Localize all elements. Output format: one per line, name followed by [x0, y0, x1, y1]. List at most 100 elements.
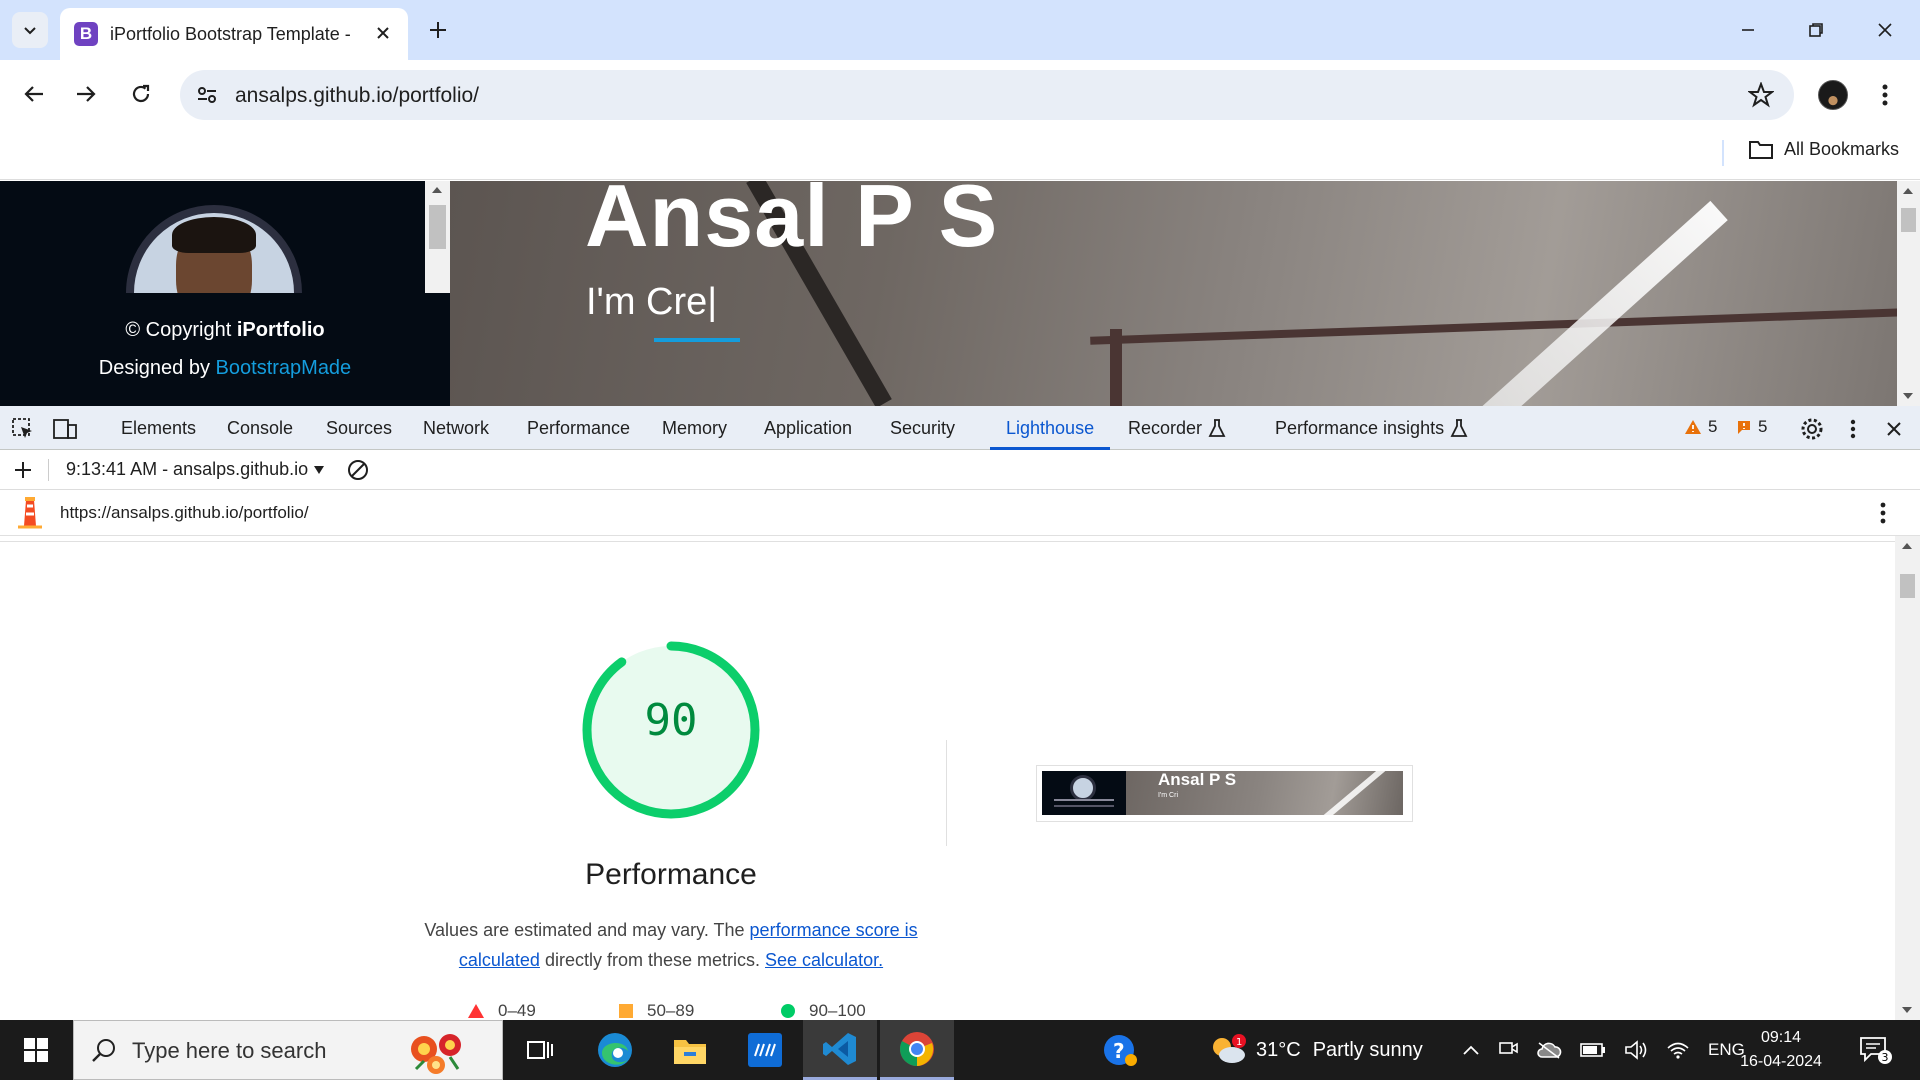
tab-recorder[interactable]: Recorder	[1128, 406, 1226, 450]
tab-lighthouse[interactable]: Lighthouse	[990, 406, 1111, 450]
devtools-settings-icon[interactable]	[1799, 416, 1825, 442]
report-url[interactable]: https://ansalps.github.io/portfolio/	[60, 503, 309, 523]
tab-favicon-icon: B	[74, 22, 98, 46]
svg-text:?: ?	[1113, 1039, 1125, 1063]
tab-search-button[interactable]	[12, 12, 48, 48]
lighthouse-report: 90 Performance Values are estimated and …	[0, 541, 1895, 1020]
back-button[interactable]	[14, 74, 54, 114]
onedrive-offline-icon[interactable]	[1536, 1041, 1562, 1059]
tab-console[interactable]: Console	[227, 406, 293, 450]
search-placeholder: Type here to search	[132, 1038, 327, 1063]
scroll-up-icon[interactable]	[1903, 188, 1913, 194]
page-viewport: © Copyright iPortfolio Designed by Boots…	[0, 181, 1920, 406]
taskbar-clock[interactable]: 09:14 16-04-2024	[1726, 1026, 1836, 1074]
scroll-down-icon[interactable]	[1902, 1007, 1912, 1013]
chrome-app-button[interactable]	[880, 1020, 954, 1080]
tab-performance-insights[interactable]: Performance insights	[1275, 406, 1468, 450]
tab-memory[interactable]: Memory	[662, 406, 727, 450]
search-icon	[92, 1039, 115, 1062]
see-calculator-link[interactable]: See calculator.	[765, 950, 883, 970]
thumbnail-subtitle: I'm Cri	[1158, 792, 1178, 799]
tab-performance[interactable]: Performance	[527, 406, 630, 450]
issues-badge[interactable]: 5	[1736, 417, 1767, 437]
sidebar-scrollbar[interactable]	[425, 181, 450, 293]
bootstrapmade-link[interactable]: BootstrapMade	[216, 357, 352, 379]
warning-icon	[1685, 420, 1701, 434]
windows-taskbar: Type here to search ? 1 31°C Partly sunn…	[0, 1020, 1920, 1080]
get-help-button[interactable]: ?	[1083, 1020, 1157, 1080]
clock-date: 16-04-2024	[1740, 1053, 1822, 1070]
performance-description: Values are estimated and may vary. The p…	[424, 920, 918, 970]
plus-icon	[430, 22, 446, 38]
close-icon	[1878, 23, 1892, 37]
start-button[interactable]	[0, 1020, 72, 1080]
scroll-down-icon[interactable]	[1903, 393, 1913, 399]
battery-icon[interactable]	[1580, 1042, 1606, 1058]
tab-application[interactable]: Application	[764, 406, 852, 450]
weather-widget[interactable]: 1 31°C Partly sunny	[1208, 1020, 1423, 1080]
caret-down-icon	[314, 466, 325, 474]
address-bar[interactable]: ansalps.github.io/portfolio/	[180, 70, 1794, 120]
lighthouse-logo-icon	[16, 496, 44, 530]
devtools-more-icon[interactable]	[1840, 416, 1866, 442]
folder-icon	[674, 1040, 706, 1064]
task-view-icon	[527, 1041, 553, 1059]
reload-button[interactable]	[121, 74, 161, 114]
forward-button[interactable]	[66, 74, 106, 114]
restore-icon	[1809, 23, 1823, 37]
devtools-close-icon[interactable]	[1881, 416, 1907, 442]
warnings-badge[interactable]: 5	[1684, 417, 1717, 437]
task-view-button[interactable]	[503, 1020, 577, 1080]
browser-menu-button[interactable]	[1870, 78, 1900, 112]
close-icon	[377, 27, 389, 39]
minimize-button[interactable]	[1725, 12, 1771, 48]
edge-app-button[interactable]	[578, 1020, 652, 1080]
tab-sources[interactable]: Sources	[326, 406, 392, 450]
new-report-plus-icon[interactable]	[10, 457, 36, 483]
browser-tab-active[interactable]: B iPortfolio Bootstrap Template -	[60, 8, 408, 60]
designed-prefix: Designed by	[98, 357, 216, 379]
sidebar-scroll-thumb[interactable]	[429, 205, 446, 249]
taskbar-search-box[interactable]: Type here to search	[73, 1020, 503, 1080]
volume-icon[interactable]	[1624, 1040, 1648, 1060]
report-scrollbar[interactable]	[1895, 536, 1920, 1020]
wifi-icon[interactable]	[1666, 1040, 1690, 1060]
legend-average-range: 50–89	[647, 1001, 695, 1020]
page-scroll-thumb[interactable]	[1901, 208, 1916, 232]
notifications-button[interactable]: 3	[1846, 1020, 1906, 1080]
clear-reports-icon[interactable]	[345, 457, 371, 483]
site-info-icon[interactable]	[194, 82, 220, 108]
tab-close-button[interactable]	[372, 22, 394, 44]
report-select-dropdown[interactable]: 9:13:41 AM - ansalps.github.io	[66, 459, 325, 480]
inspect-element-icon[interactable]	[10, 416, 36, 442]
tab-elements[interactable]: Elements	[121, 406, 196, 450]
issue-flag-icon	[1738, 421, 1750, 434]
address-url[interactable]: ansalps.github.io/portfolio/	[235, 84, 479, 108]
tab-network[interactable]: Network	[423, 406, 489, 450]
all-bookmarks-button[interactable]: All Bookmarks	[1748, 138, 1899, 160]
file-explorer-button[interactable]	[653, 1020, 727, 1080]
bookmark-star-icon[interactable]	[1747, 81, 1775, 108]
new-tab-button[interactable]	[422, 14, 454, 46]
devtools-tab-bar: Elements Console Sources Network Perform…	[0, 406, 1920, 450]
final-screenshot-thumbnail[interactable]: Ansal P S I'm Cri	[1036, 765, 1413, 822]
restore-button[interactable]	[1793, 12, 1839, 48]
myhp-icon	[748, 1033, 782, 1067]
average-square-icon	[619, 1004, 633, 1018]
close-window-button[interactable]	[1862, 12, 1908, 48]
device-toolbar-icon[interactable]	[52, 416, 78, 442]
arrow-right-icon	[77, 86, 96, 102]
vscode-app-button[interactable]	[803, 1020, 877, 1080]
bookmarks-separator	[1722, 140, 1724, 166]
chevron-up-icon[interactable]	[1462, 1044, 1480, 1056]
scroll-up-icon[interactable]	[1902, 543, 1912, 549]
profile-avatar[interactable]	[1818, 80, 1848, 110]
report-scroll-thumb[interactable]	[1900, 574, 1915, 598]
tab-security[interactable]: Security	[890, 406, 955, 450]
lighthouse-toolbar: 9:13:41 AM - ansalps.github.io	[0, 450, 1920, 490]
page-scrollbar[interactable]	[1897, 181, 1920, 406]
report-menu-icon[interactable]	[1870, 500, 1896, 526]
myhp-app-button[interactable]	[728, 1020, 802, 1080]
legend-pass-range: 90–100	[809, 1001, 866, 1020]
meet-now-icon[interactable]	[1498, 1039, 1518, 1061]
